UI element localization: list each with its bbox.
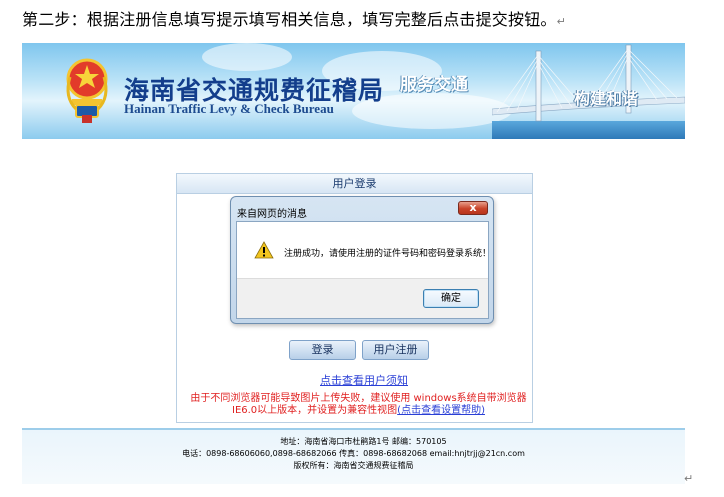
national-emblem-icon	[66, 58, 108, 123]
paragraph-mark-end: ↵	[684, 472, 694, 485]
login-button[interactable]: 登录	[289, 340, 356, 360]
warning-icon	[254, 241, 274, 259]
dialog-close-button[interactable]: x	[458, 201, 488, 215]
register-button[interactable]: 用户注册	[362, 340, 429, 360]
alert-dialog: 来自网页的消息 x 注册成功，请使用注册的证件号码和密码登录系统！ 确定	[230, 196, 494, 324]
site-banner: 海南省交通规费征稽局 Hainan Traffic Levy & Check B…	[22, 43, 685, 139]
login-panel-title: 用户登录	[177, 174, 532, 194]
dialog-title: 来自网页的消息	[237, 209, 307, 220]
browser-warning: 由于不同浏览器可能导致图片上传失败，建议使用 windows系统自带浏览器 IE…	[186, 393, 531, 417]
site-footer: 地址：海南省海口市杜鹃路1号 邮编：570105 电话：0898-6860606…	[22, 428, 685, 484]
dialog-footer: 确定	[237, 278, 488, 318]
settings-help-link[interactable]: (点击查看设置帮助)	[397, 405, 485, 416]
ok-button[interactable]: 确定	[423, 289, 479, 308]
slogan-build-harmony: 构建和谐	[574, 89, 639, 108]
footer-contact: 电话：0898-68606060,0898-68682066 传真：0898-6…	[182, 449, 525, 458]
footer-address: 地址：海南省海口市杜鹃路1号 邮编：570105	[280, 437, 447, 446]
bureau-title-en: Hainan Traffic Levy & Check Bureau	[124, 101, 334, 116]
step-instruction-text: 第二步：根据注册信息填写提示填写相关信息，填写完整后点击提交按钮。	[22, 10, 557, 29]
dialog-message: 注册成功，请使用注册的证件号码和密码登录系统！	[284, 249, 492, 259]
dialog-body: 注册成功，请使用注册的证件号码和密码登录系统！ 确定	[236, 221, 492, 319]
slogan-serve-traffic: 服务交通	[400, 75, 468, 95]
footer-copyright: 版权所有：海南省交通规费征稽局	[293, 461, 414, 470]
user-notice-link[interactable]: 点击查看用户须知	[320, 372, 408, 388]
paragraph-mark: ↵	[556, 15, 567, 28]
step-instruction: 第二步：根据注册信息填写提示填写相关信息，填写完整后点击提交按钮。↵	[22, 9, 566, 33]
